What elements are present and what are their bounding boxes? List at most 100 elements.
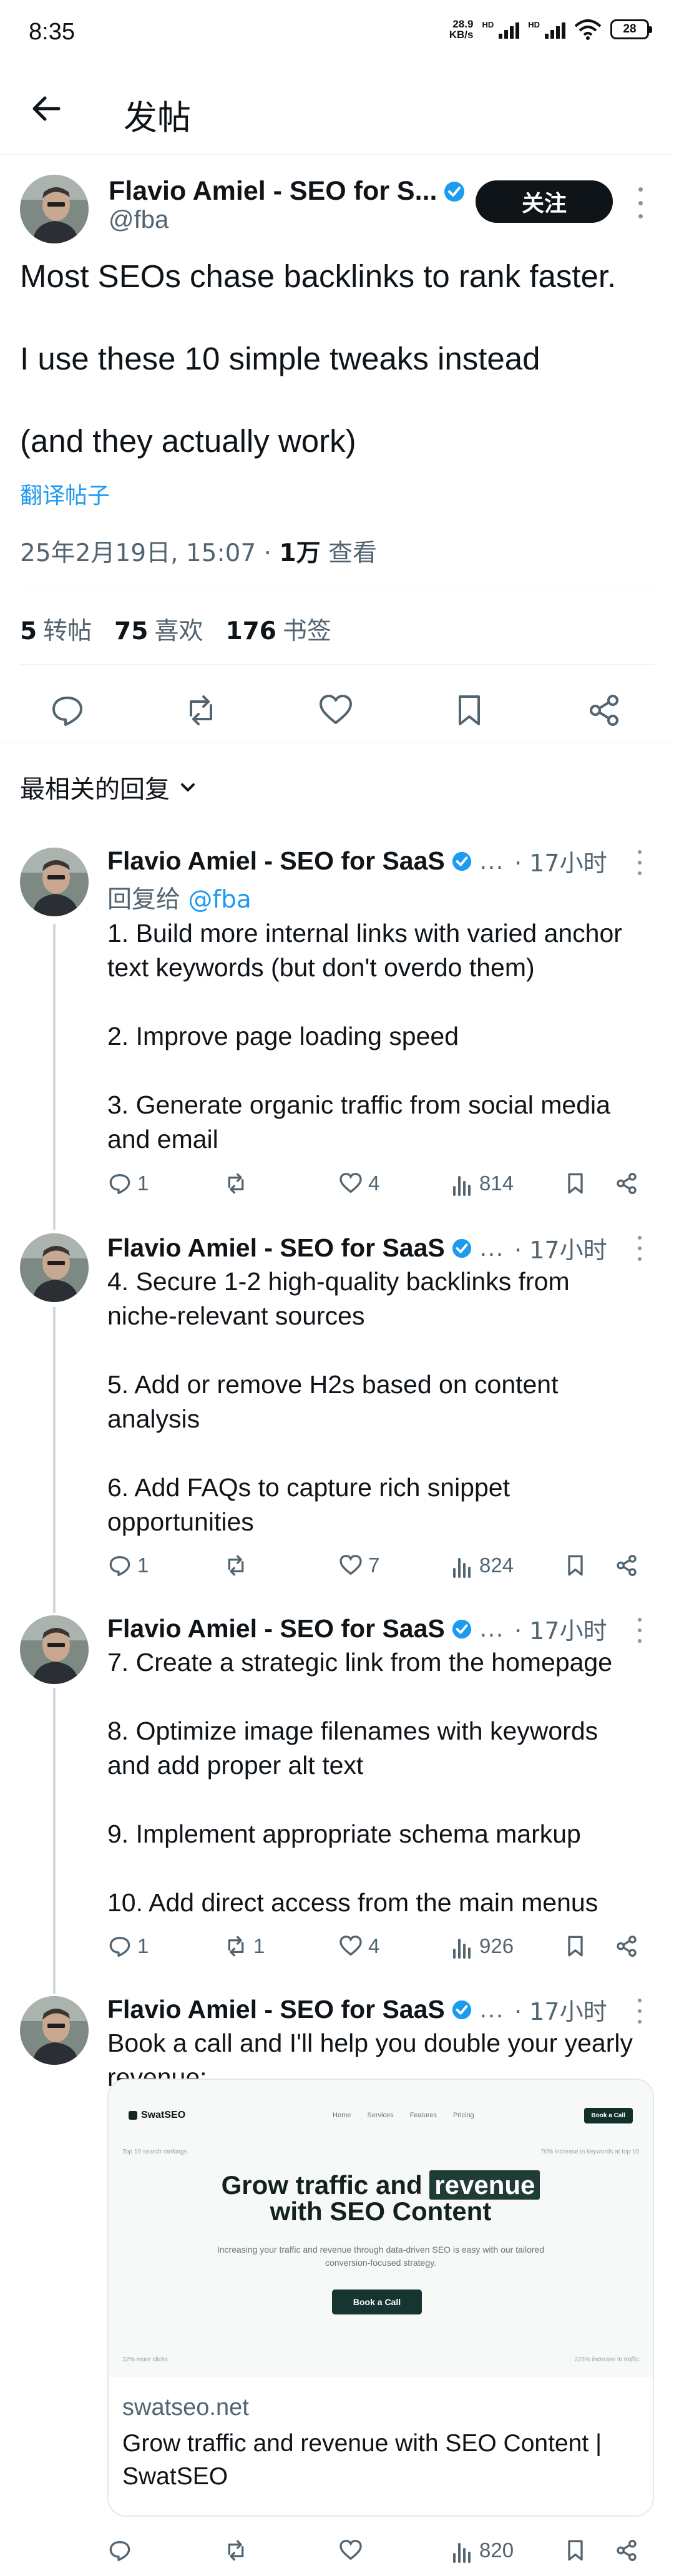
reply-author-name[interactable]: Flavio Amiel - SEO for SaaS xyxy=(107,1995,445,2024)
avatar[interactable] xyxy=(20,175,89,243)
bookmark-button[interactable] xyxy=(563,1934,588,1959)
share-button[interactable] xyxy=(614,1171,639,1196)
bookmark-button[interactable] xyxy=(563,2538,588,2563)
avatar[interactable] xyxy=(20,1615,89,1684)
bookmark-button[interactable] xyxy=(563,1171,588,1196)
bookmarks-stat[interactable]: 176 书签 xyxy=(225,612,331,647)
bookmark-icon xyxy=(459,695,480,725)
card-hero-title: Grow traffic and revenue with SEO Conten… xyxy=(109,2170,653,2225)
page-title: 发帖 xyxy=(124,98,191,137)
author-row: Flavio Amiel - SEO for S... xyxy=(109,176,466,207)
share-button[interactable] xyxy=(614,1553,639,1578)
card-corner-label: 70% increase in keywords at top 10 xyxy=(540,2148,639,2155)
avatar[interactable] xyxy=(20,1233,89,1302)
reply-text: 7. Create a strategic link from the home… xyxy=(107,1648,613,1917)
net-speed: 28.9 KB/s xyxy=(449,18,474,41)
repost-button[interactable] xyxy=(223,1553,253,1578)
views-button[interactable]: 820 xyxy=(452,2538,514,2563)
author-name[interactable]: Flavio Amiel - SEO for S... xyxy=(109,176,437,207)
reply-header: Flavio Amiel - SEO for SaaS ... · 17小时 xyxy=(107,1231,607,1265)
like-button[interactable]: 7 xyxy=(338,1553,379,1578)
signal-icon xyxy=(545,20,565,39)
bookmark-button[interactable] xyxy=(563,1553,588,1578)
card-hero-subtitle: Increasing your traffic and revenue thro… xyxy=(217,2245,545,2268)
repost-button[interactable] xyxy=(182,692,220,729)
thread-line xyxy=(53,924,56,1230)
views-button[interactable]: 824 xyxy=(452,1553,514,1578)
reply-header: Flavio Amiel - SEO for SaaS ... · 17小时 xyxy=(107,1992,607,2027)
reply-icon xyxy=(109,1174,130,1194)
avatar[interactable] xyxy=(20,848,89,916)
back-arrow-icon xyxy=(32,96,61,121)
hd-label: HD xyxy=(482,19,494,29)
reply-button[interactable] xyxy=(107,2538,137,2563)
share-button[interactable] xyxy=(614,2538,639,2563)
more-vertical-icon[interactable] xyxy=(637,1999,643,2024)
like-icon xyxy=(339,2539,362,2560)
bookmark-button[interactable] xyxy=(451,692,488,729)
reply-button[interactable]: 1 xyxy=(107,1171,149,1196)
avatar[interactable] xyxy=(20,1996,89,2065)
more-vertical-icon[interactable] xyxy=(637,1236,643,1261)
reply-header: Flavio Amiel - SEO for SaaS ... · 17小时 xyxy=(107,844,607,878)
likes-stat[interactable]: 75 喜欢 xyxy=(114,612,203,647)
like-button[interactable] xyxy=(317,692,354,729)
status-bar: 8:35 28.9 KB/s HD HD 28 xyxy=(0,0,674,62)
sort-replies-dropdown[interactable]: 最相关的回复 xyxy=(20,769,197,805)
reply-header: Flavio Amiel - SEO for SaaS ... · 17小时 xyxy=(107,1612,607,1646)
reply-button[interactable]: 1 xyxy=(107,1934,149,1959)
reply-button[interactable]: 1 xyxy=(107,1553,149,1578)
verified-badge-icon xyxy=(452,1238,471,1258)
reply-action-bar: 1 7 824 xyxy=(107,1553,657,1584)
reply-action-bar: 1 4 814 xyxy=(107,1171,657,1202)
hd-label: HD xyxy=(528,19,540,29)
card-hero-button: Book a Call xyxy=(332,2290,422,2314)
repost-button[interactable] xyxy=(223,2538,253,2563)
reply-button[interactable] xyxy=(49,692,86,729)
card-title: Grow traffic and revenue with SEO Conten… xyxy=(122,2430,602,2490)
thread-line xyxy=(53,1307,56,1613)
repost-button[interactable] xyxy=(223,1171,253,1196)
reply-author-name[interactable]: Flavio Amiel - SEO for SaaS xyxy=(107,1614,445,1643)
share-icon xyxy=(617,1173,637,1194)
reply-time[interactable]: · 17小时 xyxy=(514,1612,607,1646)
top-header: 发帖 xyxy=(0,62,674,155)
like-button[interactable]: 4 xyxy=(338,1934,379,1959)
share-icon xyxy=(617,1555,637,1576)
chevron-down-icon xyxy=(181,783,195,791)
bookmark-icon xyxy=(568,1936,583,1957)
follow-button[interactable]: 关注 xyxy=(476,180,613,223)
verified-badge-icon xyxy=(444,181,465,202)
reply-to-handle[interactable]: @fba xyxy=(188,886,251,914)
card-preview-image: SwatSEO Home Services Features Pricing B… xyxy=(109,2080,653,2377)
card-nav-link: Services xyxy=(367,2112,394,2119)
reply-time[interactable]: · 17小时 xyxy=(514,844,607,878)
repost-button[interactable]: 1 xyxy=(223,1934,265,1959)
like-button[interactable]: 4 xyxy=(338,1171,379,1196)
author-handle[interactable]: @fba xyxy=(109,206,168,234)
share-button[interactable] xyxy=(585,692,623,729)
reposts-stat[interactable]: 5 转帖 xyxy=(20,612,92,647)
card-domain: swatseo.net xyxy=(122,2394,249,2421)
like-button[interactable] xyxy=(338,2538,368,2563)
share-icon xyxy=(617,1936,637,1957)
share-button[interactable] xyxy=(614,1934,639,1959)
post-stats: 5 转帖 75 喜欢 176 书签 xyxy=(20,612,331,647)
views-button[interactable]: 814 xyxy=(452,1171,514,1196)
reply-author-name[interactable]: Flavio Amiel - SEO for SaaS xyxy=(107,846,445,876)
bookmark-icon xyxy=(568,2540,583,2561)
more-vertical-icon[interactable] xyxy=(637,850,643,875)
card-nav-cta: Book a Call xyxy=(584,2107,633,2123)
card-nav-link: Features xyxy=(409,2112,437,2119)
translate-post-link[interactable]: 翻译帖子 xyxy=(20,477,110,510)
views-button[interactable]: 926 xyxy=(452,1934,514,1959)
reply-author-name[interactable]: Flavio Amiel - SEO for SaaS xyxy=(107,1233,445,1263)
card-corner-label: 32% more clicks xyxy=(122,2356,168,2363)
more-vertical-icon[interactable] xyxy=(637,1618,643,1643)
reply-time[interactable]: · 17小时 xyxy=(514,1992,607,2027)
back-button[interactable] xyxy=(27,90,65,127)
more-vertical-icon[interactable] xyxy=(635,187,645,218)
card-nav-link: Home xyxy=(333,2112,351,2119)
link-preview-card[interactable]: SwatSEO Home Services Features Pricing B… xyxy=(107,2079,654,2517)
reply-time[interactable]: · 17小时 xyxy=(514,1231,607,1265)
